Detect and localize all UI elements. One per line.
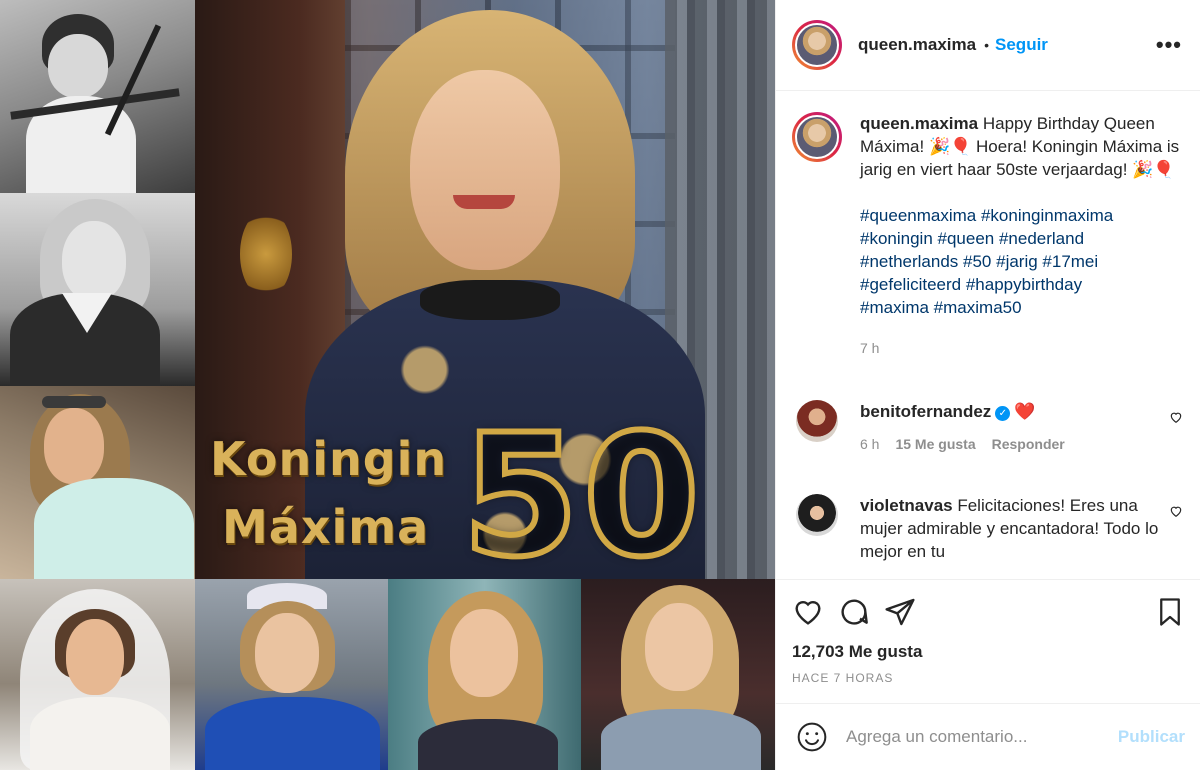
likes-count[interactable]: 12,703 Me gusta (792, 642, 1185, 662)
like-heart-icon[interactable] (792, 596, 824, 628)
caption-time[interactable]: 7 h (860, 337, 1180, 360)
hashtag-line[interactable]: #gefeliciteerd #happybirthday (860, 273, 1180, 296)
comment-item: benitofernandez ✓ ❤️ 6 h 15 Me gusta Respo… (792, 400, 1183, 456)
verified-badge-icon: ✓ (995, 406, 1011, 421)
comment-time[interactable]: 6 h (860, 433, 879, 456)
save-bookmark-icon[interactable] (1155, 596, 1185, 628)
caption-username[interactable]: queen.maxima (860, 114, 978, 133)
comment-text: ❤️ (1014, 402, 1036, 421)
header-username[interactable]: queen.maxima (858, 35, 976, 55)
post-side-panel: queen.maxima • Seguir ••• queen.maxima H… (775, 0, 1200, 770)
more-options-icon[interactable]: ••• (1156, 32, 1182, 58)
overlay-text-koningin: Koningin (210, 432, 448, 486)
avatar[interactable] (792, 20, 842, 70)
caption-avatar[interactable] (792, 112, 842, 162)
hashtag-list: #queenmaxima #koninginmaxima #koningin #… (860, 204, 1180, 319)
photo-tile-portrait-teal (388, 579, 581, 770)
photo-tile-child-portrait (0, 193, 195, 386)
overlay-number-50: 50 (459, 395, 704, 597)
follow-button[interactable]: Seguir (995, 35, 1048, 55)
caption: queen.maxima Happy Birthday Queen Máxima… (792, 112, 1183, 360)
hashtag-line[interactable]: #koningin #queen #nederland (860, 227, 1180, 250)
comment-likes[interactable]: 15 Me gusta (895, 433, 975, 456)
post-image[interactable]: Koningin Máxima 50 (0, 0, 775, 770)
comment-avatar[interactable] (796, 494, 838, 536)
hashtag-line[interactable]: #netherlands #50 #jarig #17mei (860, 250, 1180, 273)
share-paper-plane-icon[interactable] (884, 596, 916, 628)
comment-input[interactable] (846, 727, 1096, 747)
photo-tile-gala (581, 579, 775, 770)
hashtag-line[interactable]: #queenmaxima #koninginmaxima (860, 204, 1180, 227)
reply-button[interactable]: Responder (992, 433, 1065, 456)
photo-tile-child-swing (0, 0, 195, 193)
photo-tile-young-woman (0, 386, 195, 579)
photo-tile-tiara-blue (195, 579, 388, 770)
separator-dot: • (984, 37, 990, 53)
gold-ornament (240, 210, 292, 298)
posted-timestamp[interactable]: HACE 7 HORAS (792, 671, 1185, 685)
comment-like-heart-icon[interactable] (1169, 504, 1183, 522)
comment-avatar[interactable] (796, 400, 838, 442)
post-actions: 12,703 Me gusta HACE 7 HORAS (776, 579, 1200, 685)
comment-username[interactable]: violetnavas (860, 496, 953, 515)
post-header: queen.maxima • Seguir ••• (776, 0, 1200, 91)
comment-item: violetnavas Felicitaciones! Eres una muj… (792, 494, 1183, 563)
overlay-text-maxima: Máxima (222, 500, 430, 554)
add-comment-bar: Publicar (776, 703, 1200, 770)
instagram-post-view: Koningin Máxima 50 queen.maxima • Seguir… (0, 0, 1200, 770)
photo-tile-wedding (0, 579, 195, 770)
comment-username[interactable]: benitofernandez (860, 402, 991, 421)
hashtag-line[interactable]: #maxima #maxima50 (860, 296, 1180, 319)
comments-section[interactable]: queen.maxima Happy Birthday Queen Máxima… (776, 92, 1200, 579)
emoji-smiley-icon[interactable] (796, 721, 828, 753)
comment-bubble-icon[interactable] (838, 596, 870, 628)
publish-button[interactable]: Publicar (1118, 727, 1185, 747)
comment-like-heart-icon[interactable] (1169, 410, 1183, 428)
